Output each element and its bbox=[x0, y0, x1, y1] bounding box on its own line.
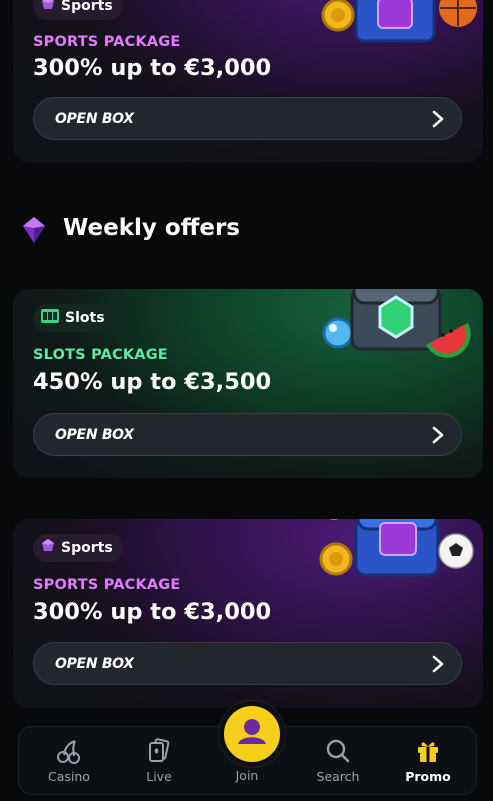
chevron-right-icon bbox=[432, 655, 444, 673]
nav-label: Live bbox=[146, 769, 172, 784]
open-box-label: OPEN BOX bbox=[55, 111, 134, 127]
nav-label: Casino bbox=[48, 769, 90, 784]
treasure-chest-slots-image bbox=[322, 289, 471, 358]
nav-item-casino[interactable]: Casino bbox=[29, 727, 109, 796]
package-label: SPORTS PACKAGE bbox=[33, 577, 181, 593]
sports-package-card-top: Sports SPORTS PACKAGE 300% up to €3,000 … bbox=[13, 0, 483, 162]
gift-icon bbox=[418, 742, 438, 762]
nav-item-promo[interactable]: Promo bbox=[388, 727, 468, 796]
treasure-chest-sports-image bbox=[319, 519, 474, 577]
sports-package-card: Sports SPORTS PACKAGE 300% up to €3,000 … bbox=[13, 519, 483, 708]
open-box-button[interactable]: OPEN BOX bbox=[33, 97, 462, 140]
user-icon bbox=[238, 719, 266, 744]
nav-label-join: Join bbox=[235, 768, 259, 783]
slots-package-card: Slots SLOTS PACKAGE 450% up to €3,500 OP… bbox=[13, 289, 483, 478]
package-amount: 450% up to €3,500 bbox=[33, 369, 272, 395]
cherries-icon bbox=[57, 740, 80, 764]
chevron-right-icon bbox=[432, 426, 444, 444]
open-box-button[interactable]: OPEN BOX bbox=[33, 413, 462, 456]
nav-label: Promo bbox=[405, 769, 451, 784]
package-amount: 300% up to €3,000 bbox=[33, 55, 272, 81]
category-badge: Slots bbox=[33, 304, 115, 332]
section-title: Weekly offers bbox=[63, 215, 240, 241]
badge-label: Sports bbox=[61, 0, 113, 14]
purple-gem-icon bbox=[23, 217, 45, 243]
join-button[interactable] bbox=[219, 701, 285, 767]
category-badge: Sports bbox=[33, 534, 123, 562]
open-box-label: OPEN BOX bbox=[55, 656, 134, 672]
slot-machine-icon bbox=[41, 309, 59, 327]
badge-label: Sports bbox=[61, 540, 113, 556]
chevron-right-icon bbox=[432, 110, 444, 128]
cards-icon bbox=[149, 738, 170, 762]
nav-label: Search bbox=[316, 769, 360, 784]
open-box-label: OPEN BOX bbox=[55, 427, 134, 443]
badge-label: Slots bbox=[65, 310, 105, 326]
nav-item-search[interactable]: Search bbox=[298, 727, 378, 796]
open-box-button[interactable]: OPEN BOX bbox=[33, 642, 462, 685]
nav-item-live[interactable]: Live bbox=[119, 727, 199, 796]
package-label: SPORTS PACKAGE bbox=[33, 34, 181, 50]
search-icon bbox=[326, 739, 350, 763]
sports-gem-icon bbox=[41, 0, 55, 15]
package-amount: 300% up to €3,000 bbox=[33, 599, 272, 625]
treasure-chest-sports-image bbox=[321, 0, 477, 43]
sports-gem-icon bbox=[41, 539, 55, 557]
package-label: SLOTS PACKAGE bbox=[33, 347, 168, 363]
category-badge: Sports bbox=[33, 0, 123, 20]
